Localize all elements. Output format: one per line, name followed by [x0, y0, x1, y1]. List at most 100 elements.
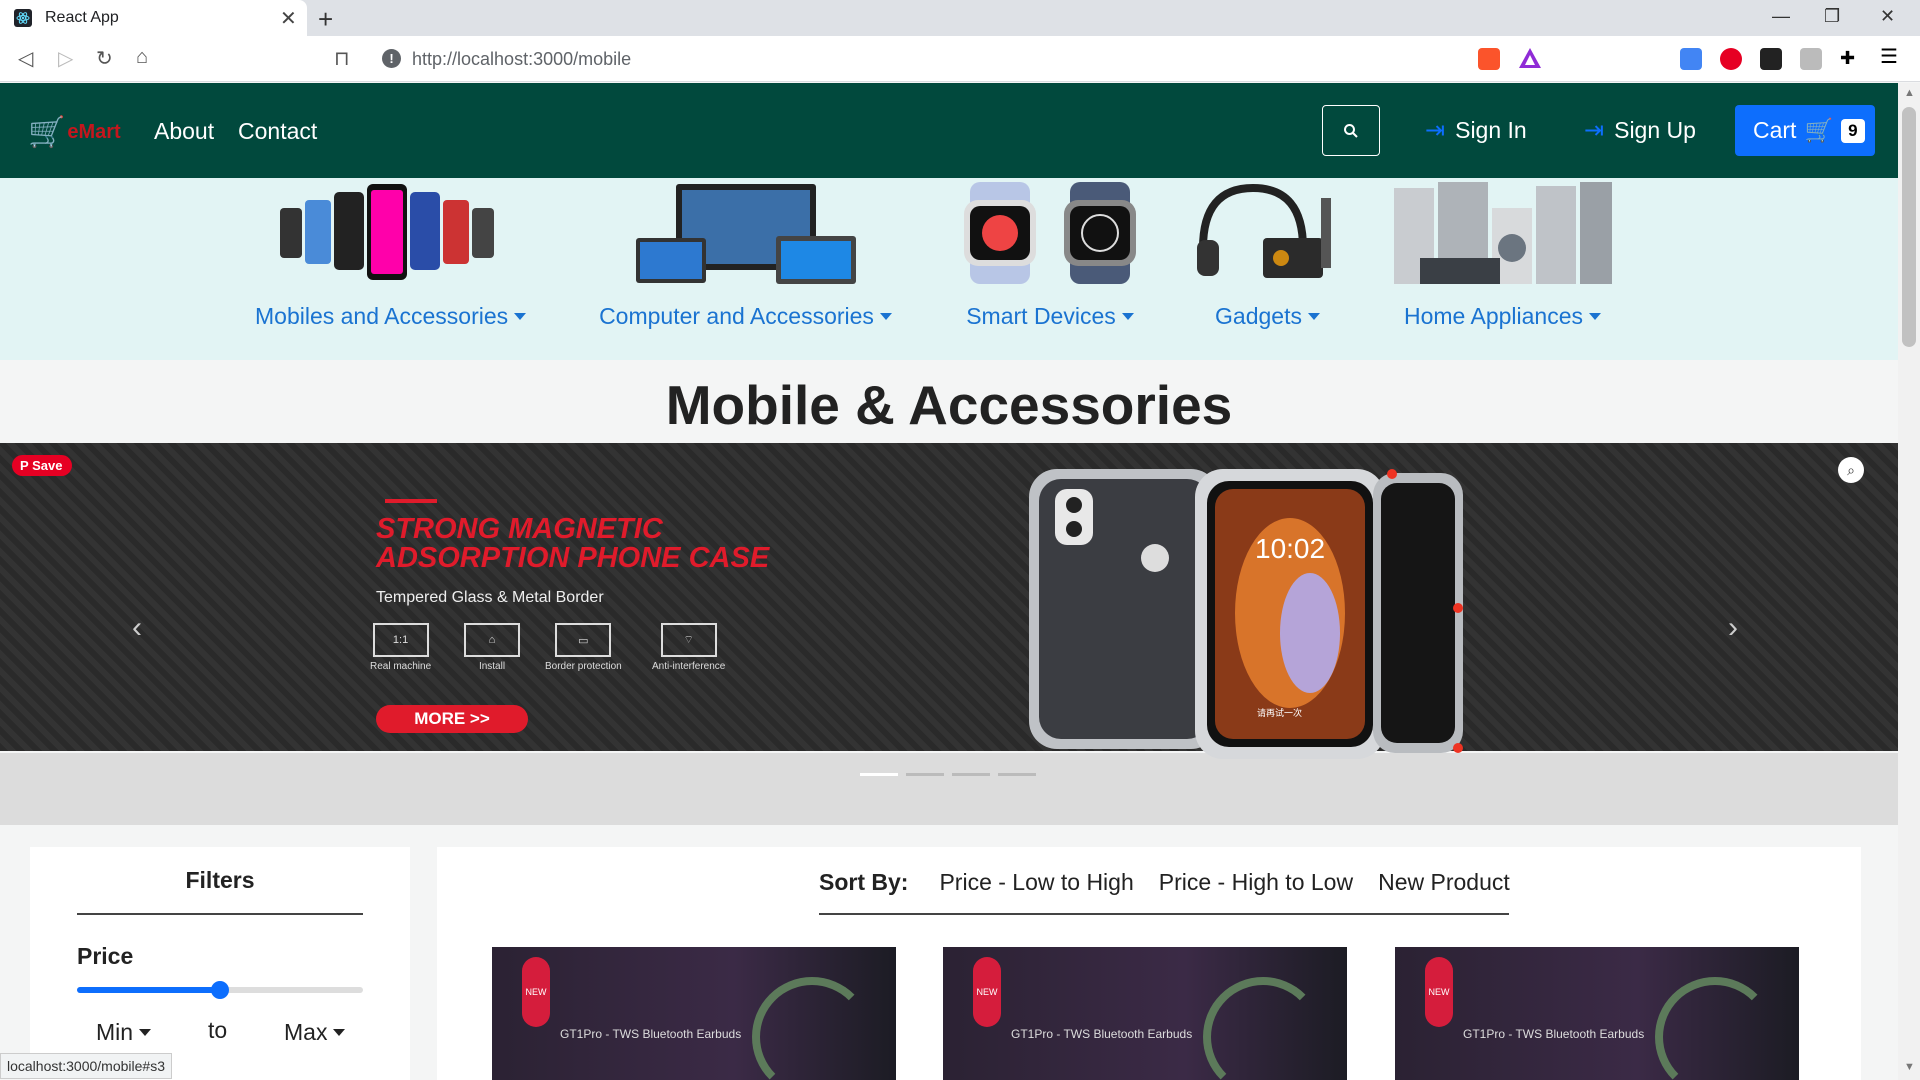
navbar: 🛒 eMart About Contact ⇥ Sign In ⇥ Sign U… — [0, 83, 1898, 178]
promo-carousel[interactable]: P Save ⌕ STRONG MAGNETIC ADSORPTION PHON… — [0, 443, 1898, 751]
nav-contact[interactable]: Contact — [238, 118, 317, 145]
page-title: Mobile & Accessories — [665, 374, 1233, 436]
phone-time: 10:02 — [1255, 533, 1325, 564]
feature-border-protection: ▭ Border protection — [545, 623, 622, 672]
feature-caption: Real machine — [370, 661, 432, 672]
pin-save-label: Save — [32, 458, 63, 473]
computers-image — [635, 184, 856, 284]
sort-new-product[interactable]: New Product — [1378, 869, 1510, 896]
category-label: Smart Devices — [945, 303, 1155, 330]
product-card[interactable]: NEW GT1Pro - TWS Bluetooth Earbuds — [1395, 947, 1799, 1080]
price-slider-handle[interactable] — [211, 981, 229, 999]
carousel-indicators — [860, 773, 1036, 776]
home-icon[interactable]: ⌂ — [136, 46, 148, 69]
extension-icon[interactable] — [1760, 48, 1782, 70]
brave-shield-icon[interactable] — [1478, 48, 1500, 70]
browser-toolbar: ◁ ▷ ↻ ⌂ ⊓ ! http://localhost:3000/mobile… — [0, 36, 1920, 82]
sign-up-link[interactable]: ⇥ Sign Up — [1584, 116, 1696, 145]
scroll-down-icon[interactable]: ▼ — [1904, 1061, 1915, 1073]
price-slider-fill — [77, 987, 220, 993]
min-price-dropdown[interactable]: Min — [96, 1019, 151, 1046]
sort-bar: Sort By: Price - Low to High Price - Hig… — [819, 869, 1510, 896]
bookmark-icon[interactable]: ⊓ — [334, 46, 350, 71]
new-badge: NEW — [522, 957, 550, 1027]
banner-subtitle: Tempered Glass & Metal Border — [376, 589, 604, 606]
address-bar[interactable]: ! http://localhost:3000/mobile — [370, 42, 1550, 76]
pinterest-icon: P — [20, 458, 33, 473]
sign-up-icon: ⇥ — [1584, 117, 1605, 144]
phone-case-image: 10:02 请再试一次 — [1029, 469, 1463, 759]
sort-price-low-high[interactable]: Price - Low to High — [939, 869, 1133, 896]
carousel-dot[interactable] — [906, 773, 944, 776]
scrollbar-thumb[interactable] — [1902, 107, 1916, 347]
phone-bottom-text: 请再试一次 — [1257, 707, 1302, 718]
feature-caption: Border protection — [545, 661, 622, 672]
product-name: GT1Pro - TWS Bluetooth Earbuds — [1011, 1027, 1193, 1041]
status-bar-url: localhost:3000/mobile#s3 — [0, 1053, 172, 1079]
puzzle-icon[interactable]: ✚ — [1840, 48, 1862, 70]
nav-about[interactable]: About — [154, 118, 214, 145]
pinterest-icon[interactable] — [1720, 48, 1742, 70]
pinterest-save-button[interactable]: P Save — [12, 455, 73, 476]
minimize-icon[interactable]: — — [1772, 6, 1790, 27]
translate-icon[interactable] — [1680, 48, 1702, 70]
category-smart-devices[interactable]: Smart Devices — [945, 178, 1155, 330]
browser-tab[interactable]: React App ✕ — [0, 0, 307, 36]
cart-label: Cart — [1753, 117, 1797, 143]
earbuds-image — [752, 977, 872, 1080]
carousel-dot[interactable] — [860, 773, 898, 776]
brand-logo[interactable]: 🛒 eMart — [28, 115, 121, 150]
maximize-icon[interactable]: ❐ — [1824, 6, 1840, 27]
copy-extension-icon[interactable] — [1800, 48, 1822, 70]
product-card[interactable]: NEW GT1Pro - TWS Bluetooth Earbuds — [943, 947, 1347, 1080]
address-url: http://localhost:3000/mobile — [412, 49, 632, 69]
page-scrollbar[interactable]: ▲ ▼ — [1898, 83, 1920, 1080]
close-window-icon[interactable]: ✕ — [1880, 6, 1895, 27]
forward-icon[interactable]: ▷ — [58, 46, 73, 71]
brave-rewards-icon[interactable] — [1518, 46, 1541, 68]
carousel-dot[interactable] — [998, 773, 1036, 776]
product-name: GT1Pro - TWS Bluetooth Earbuds — [560, 1027, 742, 1041]
menu-icon[interactable]: ☰ — [1880, 44, 1902, 68]
sign-in-label: Sign In — [1455, 117, 1527, 143]
category-computers[interactable]: Computer and Accessories — [598, 178, 893, 330]
carousel-prev-icon[interactable]: ‹ — [132, 611, 142, 645]
sign-in-link[interactable]: ⇥ Sign In — [1425, 116, 1527, 145]
category-mobiles[interactable]: Mobiles and Accessories — [255, 178, 525, 330]
react-icon — [14, 9, 32, 27]
visual-search-icon[interactable]: ⌕ — [1838, 457, 1864, 483]
phones-image — [280, 184, 494, 280]
product-card[interactable]: NEW GT1Pro - TWS Bluetooth Earbuds — [492, 947, 896, 1080]
info-icon[interactable]: ! — [382, 49, 401, 68]
new-tab-icon[interactable]: + — [318, 4, 333, 35]
reload-icon[interactable]: ↻ — [96, 46, 113, 71]
more-button[interactable]: MORE >> — [376, 705, 528, 733]
scroll-up-icon[interactable]: ▲ — [1904, 87, 1915, 99]
cart-button[interactable]: Cart 🛒 9 — [1735, 105, 1875, 156]
feature-anti-interference: ⌔ Anti-interference — [652, 623, 725, 672]
banner-accent-line — [385, 499, 437, 503]
cart-logo-icon: 🛒 — [28, 116, 66, 149]
category-home-appliances[interactable]: Home Appliances — [1390, 178, 1615, 330]
back-icon[interactable]: ◁ — [18, 46, 33, 71]
category-label: Computer and Accessories — [598, 303, 893, 330]
filters-panel: Filters Price Min to Max — [30, 847, 410, 1080]
new-badge: NEW — [1425, 957, 1453, 1027]
search-button[interactable] — [1322, 105, 1380, 156]
price-slider[interactable] — [77, 981, 363, 999]
category-label: Home Appliances — [1390, 303, 1615, 330]
carousel-dot[interactable] — [952, 773, 990, 776]
tab-title: React App — [45, 9, 119, 26]
category-label: Gadgets — [1190, 303, 1345, 330]
headphones-image — [1196, 183, 1331, 278]
category-gadgets[interactable]: Gadgets — [1190, 178, 1345, 330]
carousel-next-icon[interactable]: › — [1728, 611, 1738, 645]
sort-price-high-low[interactable]: Price - High to Low — [1159, 869, 1353, 896]
max-price-dropdown[interactable]: Max — [284, 1019, 345, 1046]
to-label: to — [208, 1017, 228, 1043]
close-tab-icon[interactable]: ✕ — [280, 6, 297, 31]
category-bar: Mobiles and Accessories Computer and Acc… — [0, 178, 1898, 360]
product-name: GT1Pro - TWS Bluetooth Earbuds — [1463, 1027, 1645, 1041]
new-badge: NEW — [973, 957, 1001, 1027]
feature-real-machine: 1:1 Real machine — [370, 623, 431, 672]
